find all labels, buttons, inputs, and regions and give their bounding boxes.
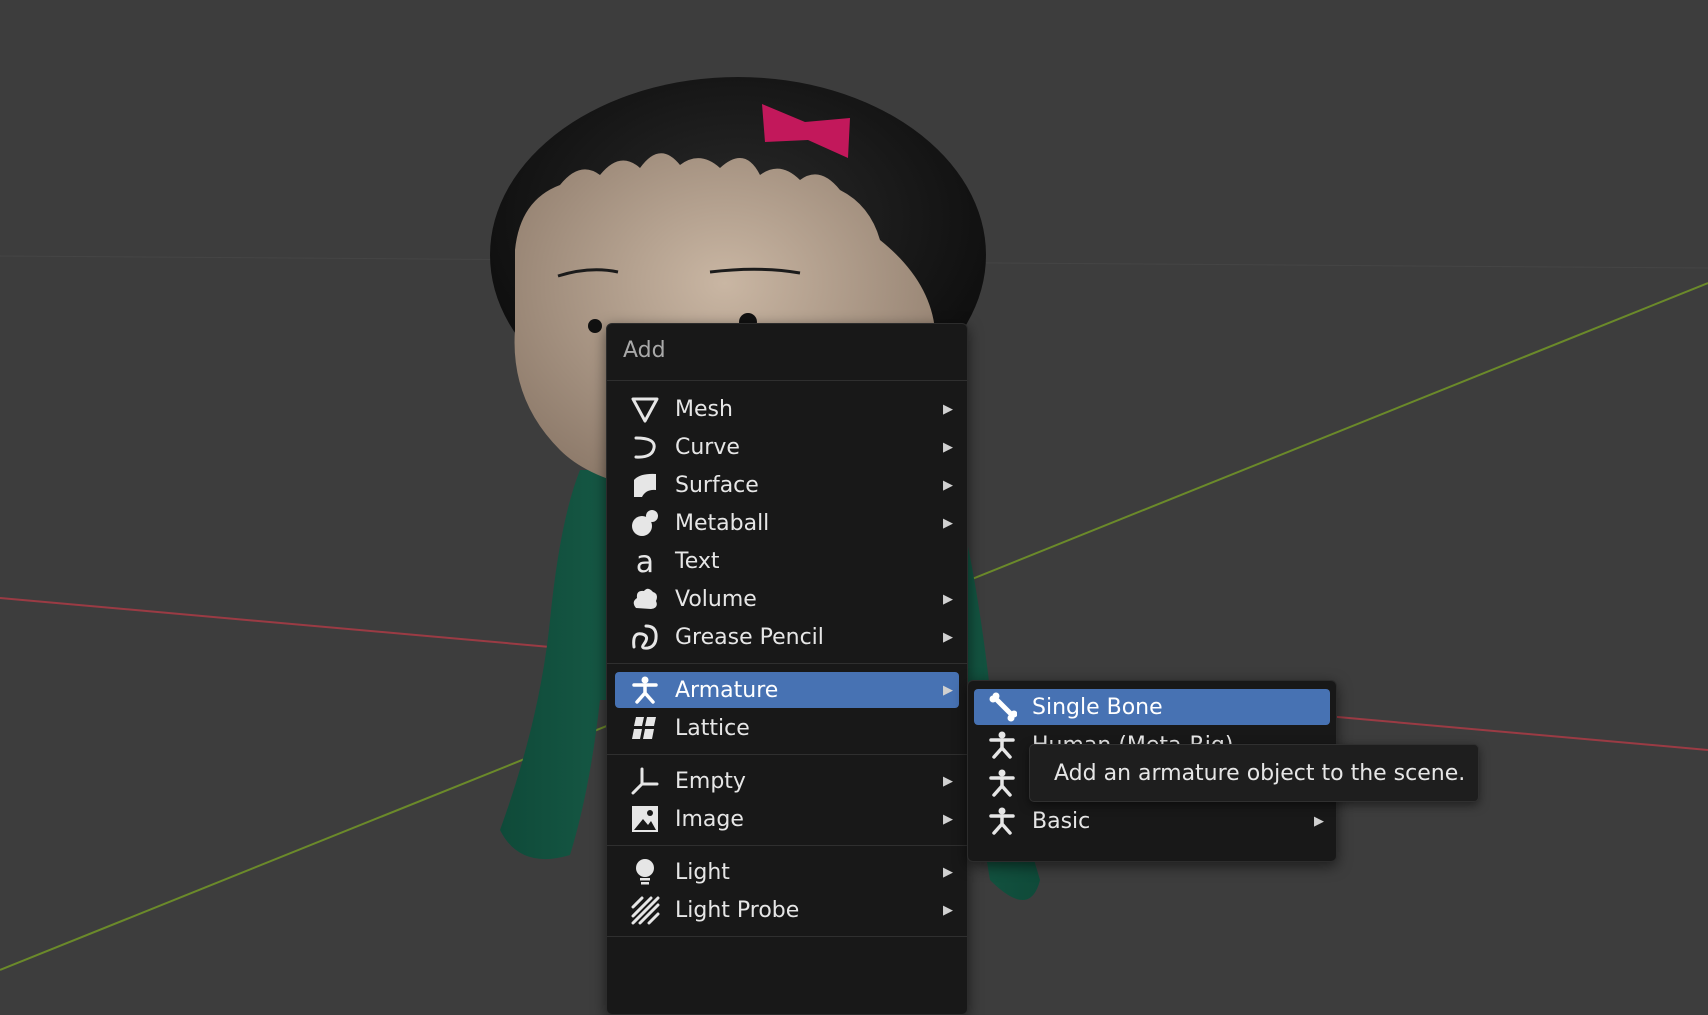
submenu-arrow-icon: ▶	[943, 591, 953, 607]
submenu-item-basic[interactable]: Basic ▶	[974, 803, 1330, 839]
submenu-arrow-icon: ▶	[1314, 813, 1324, 829]
submenu-arrow-icon: ▶	[943, 773, 953, 789]
submenu-item-single-bone[interactable]: Single Bone	[974, 689, 1330, 725]
text-icon: a	[629, 545, 661, 577]
menu-item-grease-pencil[interactable]: Grease Pencil ▶	[615, 619, 959, 655]
menu-separator	[607, 754, 967, 755]
menu-item-curve[interactable]: Curve ▶	[615, 429, 959, 465]
menu-item-label: Text	[675, 548, 720, 574]
menu-item-label: Image	[675, 806, 744, 832]
menu-item-label: Empty	[675, 768, 746, 794]
menu-separator	[607, 936, 967, 937]
image-icon	[629, 803, 661, 835]
submenu-arrow-icon: ▶	[943, 682, 953, 698]
menu-separator	[607, 845, 967, 846]
menu-item-volume[interactable]: Volume ▶	[615, 581, 959, 617]
menu-item-lattice[interactable]: Lattice	[615, 710, 959, 746]
menu-item-text[interactable]: a Text	[615, 543, 959, 579]
armature-icon	[629, 674, 661, 706]
menu-item-light[interactable]: Light ▶	[615, 854, 959, 890]
armature-icon	[986, 767, 1018, 799]
submenu-arrow-icon: ▶	[943, 439, 953, 455]
menu-item-label: Light	[675, 859, 730, 885]
curve-icon	[629, 431, 661, 463]
submenu-arrow-icon: ▶	[943, 629, 953, 645]
menu-title: Add	[607, 324, 967, 381]
volume-icon	[629, 583, 661, 615]
menu-item-armature[interactable]: Armature ▶	[615, 672, 959, 708]
armature-icon	[986, 805, 1018, 837]
lattice-icon	[629, 712, 661, 744]
submenu-item-label: Single Bone	[1032, 694, 1163, 720]
menu-item-label: Volume	[675, 586, 757, 612]
submenu-arrow-icon: ▶	[943, 401, 953, 417]
submenu-item-label: Basic	[1032, 808, 1091, 834]
submenu-arrow-icon: ▶	[943, 902, 953, 918]
menu-item-label: Surface	[675, 472, 759, 498]
light-probe-icon	[629, 894, 661, 926]
menu-item-label: Curve	[675, 434, 740, 460]
submenu-arrow-icon: ▶	[943, 811, 953, 827]
add-menu: Add Mesh ▶ Curve ▶ Surface ▶ Metaball ▶ …	[606, 323, 968, 1015]
menu-item-mesh[interactable]: Mesh ▶	[615, 391, 959, 427]
submenu-arrow-icon: ▶	[943, 515, 953, 531]
submenu-arrow-icon: ▶	[943, 864, 953, 880]
submenu-arrow-icon: ▶	[943, 477, 953, 493]
light-icon	[629, 856, 661, 888]
grease-pencil-icon	[629, 621, 661, 653]
empty-icon	[629, 765, 661, 797]
armature-icon	[986, 729, 1018, 761]
menu-item-image[interactable]: Image ▶	[615, 801, 959, 837]
menu-item-metaball[interactable]: Metaball ▶	[615, 505, 959, 541]
menu-item-label: Grease Pencil	[675, 624, 824, 650]
menu-item-label: Metaball	[675, 510, 770, 536]
menu-item-label: Armature	[675, 677, 779, 703]
mesh-icon	[629, 393, 661, 425]
menu-item-label: Lattice	[675, 715, 750, 741]
bone-icon	[986, 691, 1018, 723]
menu-separator	[607, 663, 967, 664]
metaball-icon	[629, 507, 661, 539]
menu-item-empty[interactable]: Empty ▶	[615, 763, 959, 799]
svg-text:a: a	[636, 546, 654, 576]
tooltip: Add an armature object to the scene.	[1029, 744, 1479, 802]
menu-item-label: Light Probe	[675, 897, 800, 923]
menu-item-light-probe[interactable]: Light Probe ▶	[615, 892, 959, 928]
menu-item-label: Mesh	[675, 396, 733, 422]
surface-icon	[629, 469, 661, 501]
menu-item-surface[interactable]: Surface ▶	[615, 467, 959, 503]
